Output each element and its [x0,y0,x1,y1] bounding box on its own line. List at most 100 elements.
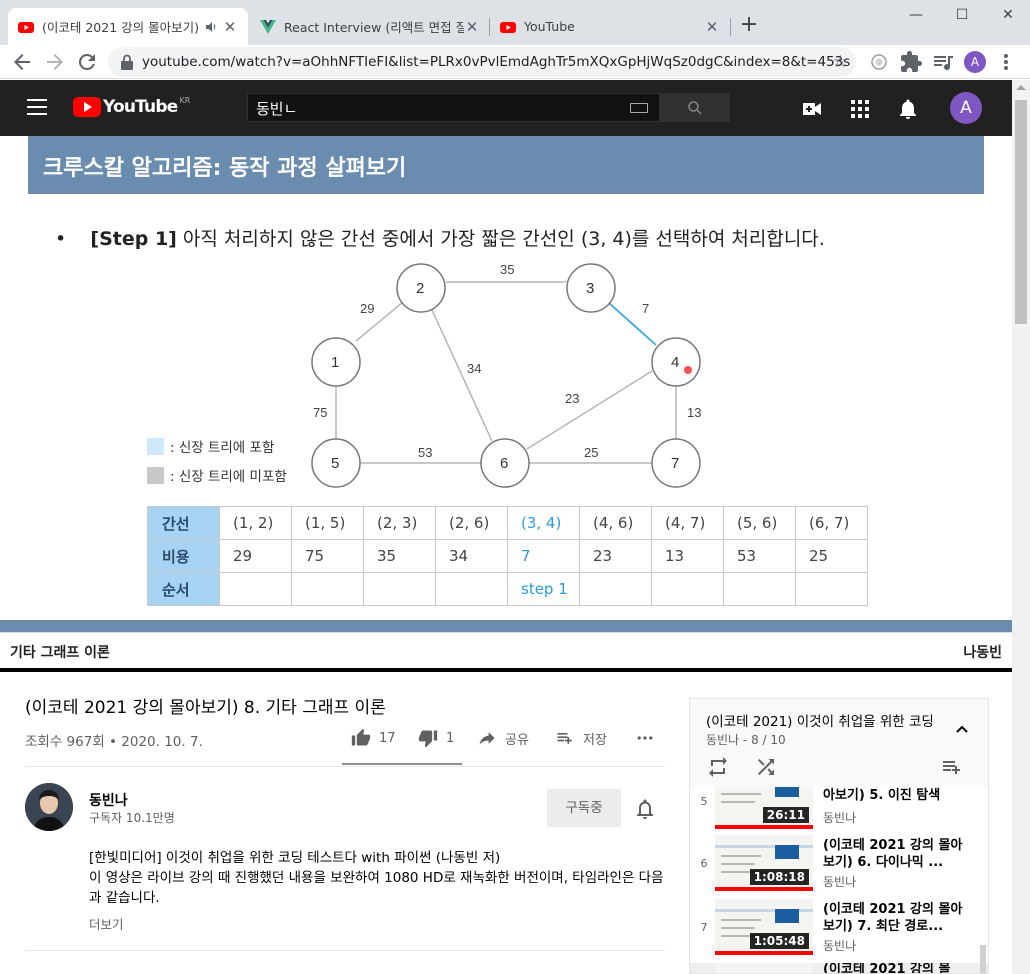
video-description: [한빛미디어] 이것이 취업을 위한 코딩 테스트다 with 파이썬 (나동빈… [89,848,669,908]
watched-progress-bar [715,825,813,829]
like-button[interactable]: 17 [351,728,396,748]
account-avatar[interactable]: A [950,92,982,124]
page-scrollbar[interactable] [1012,80,1030,974]
watched-progress-bar [715,887,813,891]
dislike-button[interactable]: 1 [418,728,454,748]
save-playlist-icon[interactable] [940,755,964,779]
subscribed-button[interactable]: 구독중 [547,789,621,827]
search-button[interactable] [660,93,730,122]
tab-youtube[interactable]: YouTube ✕ [490,8,730,45]
channel-avatar[interactable] [25,783,73,831]
browser-profile-avatar[interactable]: A [964,51,986,73]
table-cell: (1, 2) [219,506,292,540]
playlist-item[interactable]: 7 1:05:48 (이코테 2021 강의 몰아보기) 7. 최단 경로...… [690,899,988,963]
graph-node-4: 4 [651,337,701,387]
edge-4-6 [526,370,653,450]
back-arrow-icon[interactable] [10,50,34,74]
extensions-puzzle-icon[interactable] [899,50,923,74]
playlist-header: (이코테 2021) 이것이 취업을 위한 코딩 동빈나 - 8 / 10 [690,699,988,787]
loop-playlist-icon[interactable] [706,755,730,779]
edge-label: 13 [687,405,701,420]
save-button[interactable]: 저장 [555,728,607,748]
divider [25,766,665,767]
playlist-item-thumbnail: 1:08:18 [715,835,813,891]
youtube-logo[interactable]: YouTube KR [73,96,190,117]
extension-record-icon[interactable] [867,50,891,74]
more-actions-button[interactable] [634,728,664,748]
playlist-item[interactable]: 5 26:11 아보기) 5. 이진 탐색 동빈나 [690,787,988,829]
close-tab-icon[interactable]: ✕ [704,19,720,35]
channel-name[interactable]: 동빈나 [89,790,128,810]
scrollbar-thumb[interactable] [1015,100,1027,324]
close-tab-icon[interactable]: ✕ [464,19,480,35]
table-cell: 29 [219,539,292,573]
search-input[interactable]: 동빈ㄴ [247,93,660,122]
like-count: 17 [379,730,396,746]
chevron-up-icon[interactable] [954,721,970,737]
notifications-bell-icon[interactable] [896,97,920,121]
maximize-button[interactable]: ☐ [939,4,985,26]
new-tab-button[interactable]: + [737,14,761,38]
tab-react-interview[interactable]: React Interview (리액트 면접 질 ✕ [250,8,490,45]
table-row-edges: 간선 (1, 2) (1, 5) (2, 3) (2, 6) (3, 4) (4… [147,506,868,540]
subscriber-count: 구독자 10.1만명 [89,811,175,825]
divider [25,950,665,951]
notification-bell-icon[interactable] [633,797,657,821]
table-cell: 34 [435,539,508,573]
scroll-up-arrow-icon[interactable] [1016,85,1026,90]
bookmark-star-icon[interactable]: ☆ [833,52,848,72]
more-horizontal-icon [637,736,653,740]
table-cell: step 1 [507,572,580,606]
window-close-button[interactable]: ✕ [985,4,1030,26]
share-button[interactable]: 공유 [477,728,529,748]
playlist-item-title: (이코테 2021 강의 몰아보기) 7. 최단 경로... [823,902,963,934]
playlist-title[interactable]: (이코테 2021) 이것이 취업을 위한 코딩 [706,710,936,730]
video-caption-bar: 기타 그래프 이론 나동빈 [0,632,1012,668]
forward-arrow-icon[interactable] [43,50,67,74]
lock-icon[interactable] [120,54,134,70]
edge-label: 34 [467,361,481,376]
table-cell: (6, 7) [795,506,868,540]
playlist-scrollbar[interactable] [980,945,986,973]
playlist-item-thumbnail: 26:11 [715,787,813,829]
close-tab-icon[interactable]: ✕ [222,19,238,35]
playlist-item-title: (이코테 2021 강의 몰아보기) 6. 다이나믹 ... [823,838,963,870]
edge-label: 25 [584,445,598,460]
edge-label: 75 [313,405,327,420]
playlist-item[interactable]: 6 1:08:18 (이코테 2021 강의 몰아보기) 6. 다이나믹 ...… [690,835,988,899]
table-cell: (2, 6) [435,506,508,540]
audio-playing-icon[interactable] [204,20,218,34]
table-cell: 35 [363,539,436,573]
apps-grid-icon[interactable] [848,97,872,121]
keyboard-icon[interactable] [630,103,648,113]
playlist-item-channel: 동빈나 [823,811,857,825]
hamburger-menu-icon[interactable] [27,99,47,115]
edge-label: 23 [565,391,579,406]
browser-menu-icon[interactable] [998,50,1014,74]
table-cell: 53 [723,539,796,573]
share-arrow-icon [479,732,495,745]
minimize-button[interactable]: — [893,4,939,26]
browser-tab-bar: (이코테 2021 강의 몰아보기) ✕ React Interview (리액… [0,0,1030,45]
like-ratio-fill [342,763,455,765]
svg-text:7: 7 [671,455,679,472]
tab-youtube-video[interactable]: (이코테 2021 강의 몰아보기) ✕ [8,8,248,45]
legend-included: : 신장 트리에 포함 [147,436,274,456]
graph-node-2: 2 [396,263,446,313]
url-text: youtube.com/watch?v=aOhhNFTIeFI&list=PLR… [142,54,851,70]
show-more-link[interactable]: 더보기 [89,914,124,933]
reload-icon[interactable] [75,50,99,74]
video-player[interactable]: 크루스칼 알고리즘: 동작 과정 살펴보기 • [Step 1] 아직 처리하지… [0,136,1012,668]
address-bar[interactable]: youtube.com/watch?v=aOhhNFTIeFI&list=PLR… [108,47,856,77]
share-label: 공유 [505,732,529,748]
playlist-item-current[interactable]: (이코테 2021 강의 몰 [690,963,988,973]
playlist-item-channel: 동빈나 [823,939,857,953]
media-queue-icon[interactable] [931,50,955,74]
shuffle-icon[interactable] [754,755,778,779]
table-cell: (5, 6) [723,506,796,540]
table-cell: (4, 6) [579,506,652,540]
table-cell: 75 [291,539,364,573]
dislike-count: 1 [446,730,455,746]
add-to-playlist-icon [557,733,572,744]
create-video-icon[interactable] [800,97,824,121]
